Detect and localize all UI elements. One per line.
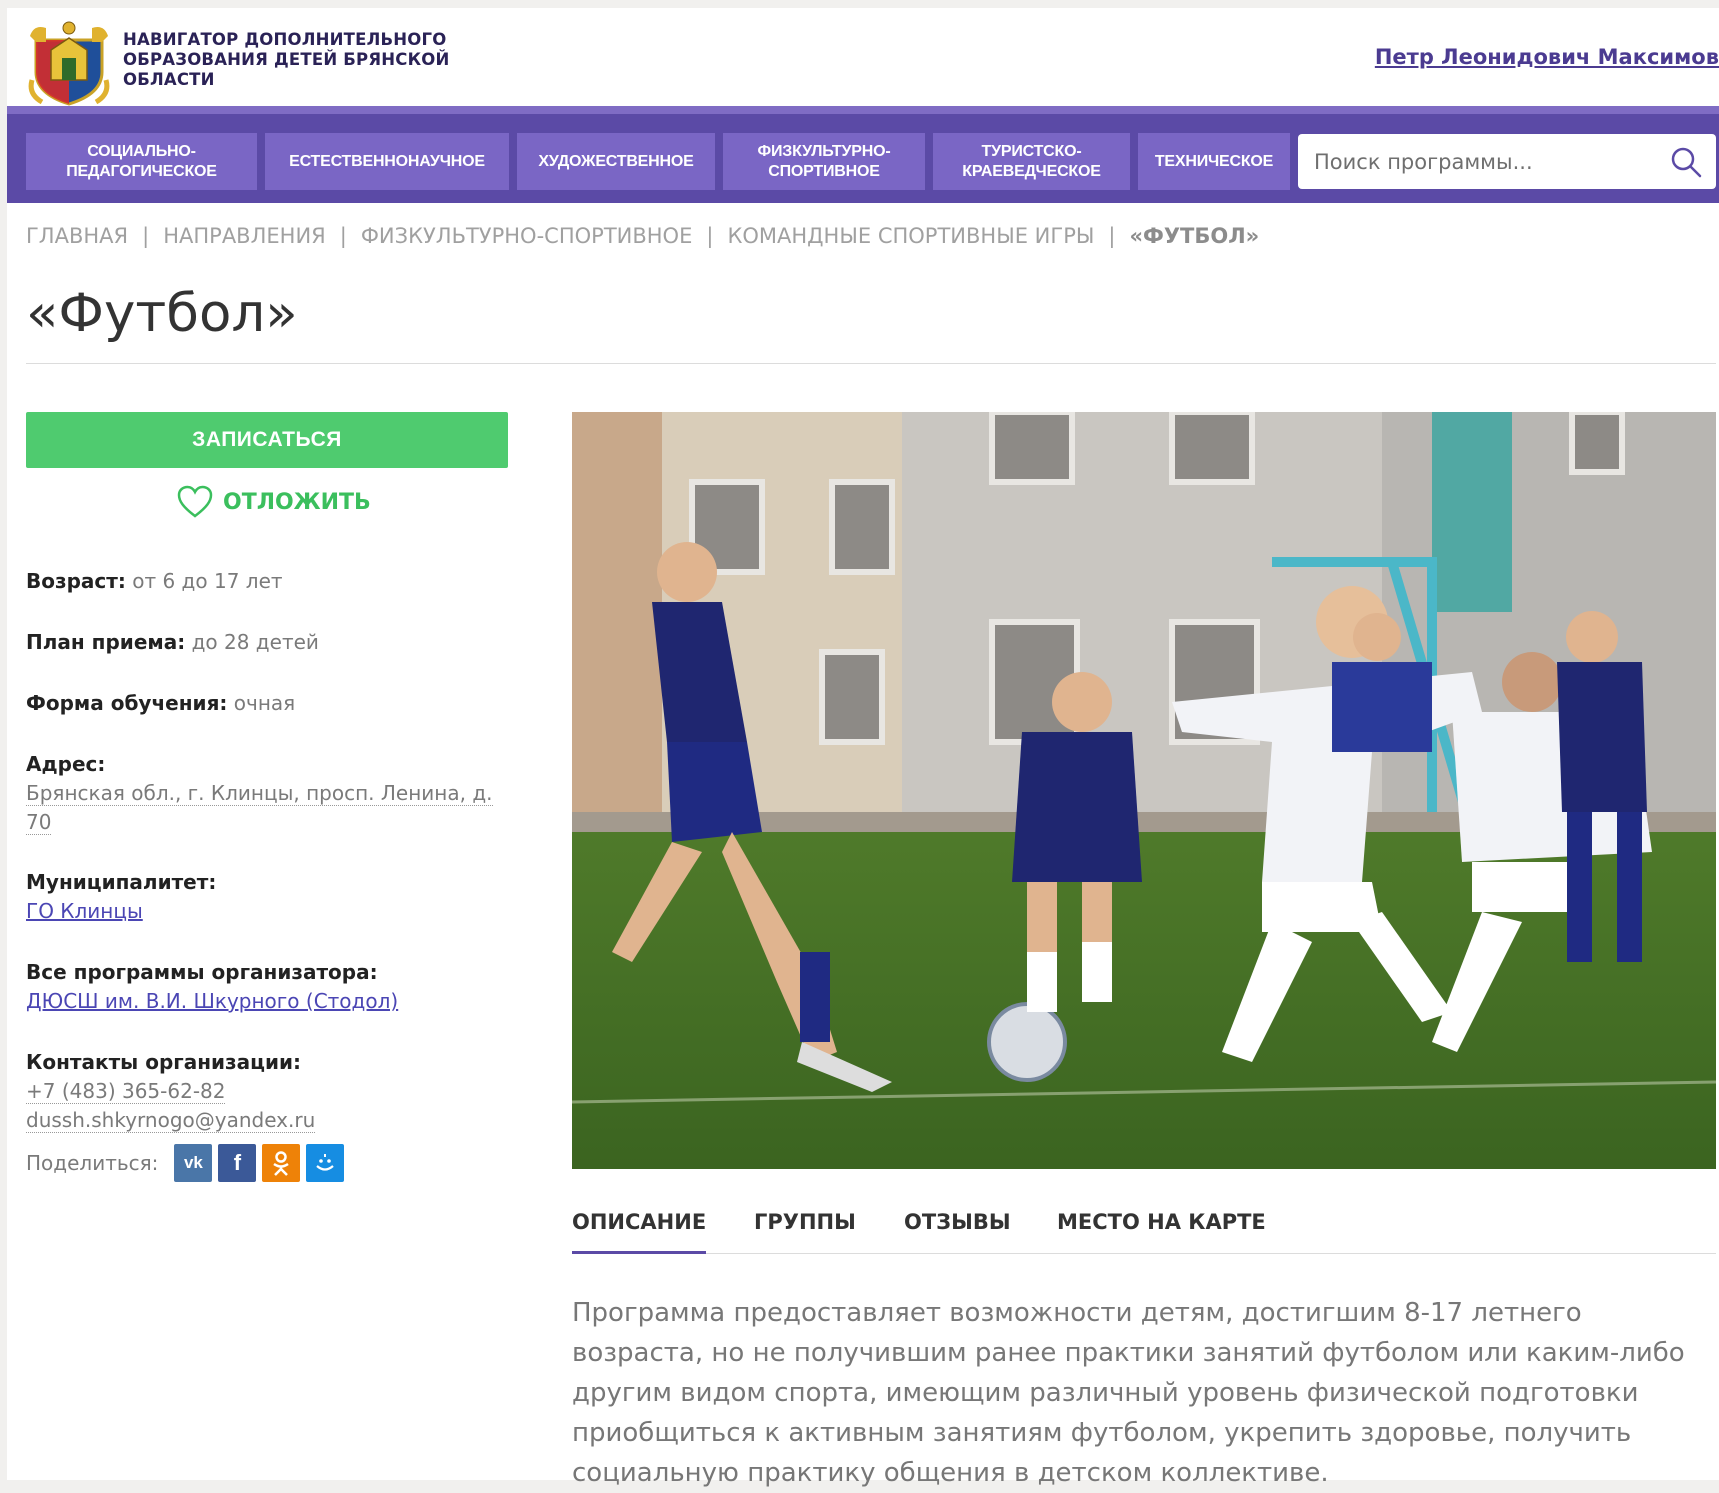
share-label: Поделиться: [26, 1151, 159, 1175]
municipality-info: Муниципалитет: ГО Клинцы [26, 868, 216, 926]
form-label: Форма обучения: [26, 691, 228, 715]
form-value: очная [233, 691, 296, 715]
program-description: Программа предоставляет возможности детя… [572, 1298, 1685, 1488]
tab-description[interactable]: ОПИСАНИЕ [572, 1210, 707, 1254]
breadcrumb-directions[interactable]: НАПРАВЛЕНИЯ [163, 224, 326, 248]
program-photo [572, 412, 1716, 1169]
contacts-info: Контакты организации: +7 (483) 365-62-82… [26, 1048, 316, 1135]
plan-label: План приема: [26, 630, 186, 654]
nav-item-social-pedagogical[interactable]: СОЦИАЛЬНО-ПЕДАГОГИЧЕСКОЕ [26, 133, 257, 190]
page-title: «Футбол» [26, 283, 298, 344]
defer-label: ОТЛОЖИТЬ [223, 489, 371, 515]
breadcrumb-home[interactable]: ГЛАВНАЯ [26, 224, 128, 248]
nav-item-artistic[interactable]: ХУДОЖЕСТВЕННОЕ [517, 133, 715, 190]
odnoklassniki-icon[interactable] [262, 1144, 301, 1182]
plan-value: до 28 детей [191, 630, 319, 654]
breadcrumb: ГЛАВНАЯ | НАПРАВЛЕНИЯ | ФИЗКУЛЬТУРНО-СПОРТИВ… [26, 224, 1259, 248]
age-label: Возраст: [26, 569, 126, 593]
nav-item-natural-science[interactable]: ЕСТЕСТВЕННОНАУЧНОЕ [265, 133, 509, 190]
organizer-link[interactable]: ДЮСШ им. В.И. Шкурного (Стодол) [26, 989, 398, 1013]
age-value: от 6 до 17 лет [132, 569, 283, 593]
breadcrumb-separator: | [142, 224, 150, 248]
share-bar: Поделиться: vk f [26, 1144, 345, 1182]
contacts-label: Контакты организации: [26, 1050, 302, 1074]
age-info: Возраст: от 6 до 17 лет [26, 567, 283, 596]
user-profile-link[interactable]: Петр Леонидович Максимов [1375, 45, 1719, 69]
address-line-2[interactable]: 70 [26, 810, 52, 835]
defer-button[interactable]: ОТЛОЖИТЬ [177, 482, 371, 522]
phone-link[interactable]: +7 (483) 365-62-82 [26, 1079, 226, 1104]
organizer-info: Все программы организатора: ДЮСШ им. В.И… [26, 958, 398, 1016]
enroll-button[interactable]: ЗАПИСАТЬСЯ [26, 412, 508, 468]
site-name[interactable]: НАВИГАТОР ДОПОЛНИТЕЛЬНОГО ОБРАЗОВАНИЯ ДЕ… [123, 30, 453, 90]
form-info: Форма обучения: очная [26, 689, 295, 718]
municipality-label: Муниципалитет: [26, 870, 217, 894]
breadcrumb-separator: | [1108, 224, 1116, 248]
facebook-icon[interactable]: f [218, 1144, 257, 1182]
email-link[interactable]: dussh.shkyrnogo@yandex.ru [26, 1108, 316, 1133]
page: НАВИГАТОР ДОПОЛНИТЕЛЬНОГО ОБРАЗОВАНИЯ ДЕ… [7, 8, 1719, 1488]
plan-info: План приема: до 28 детей [26, 628, 319, 657]
nav-item-sports[interactable]: ФИЗКУЛЬТУРНО-СПОРТИВНОЕ [723, 133, 925, 190]
mail-ru-glyph [316, 1154, 335, 1171]
vk-icon[interactable]: vk [174, 1144, 213, 1182]
search-box [1298, 134, 1716, 189]
heart-icon [177, 485, 213, 518]
organizer-label: Все программы организатора: [26, 960, 378, 984]
municipality-link[interactable]: ГО Клинцы [26, 899, 143, 923]
breadcrumb-separator: | [706, 224, 714, 248]
tab-map[interactable]: МЕСТО НА КАРТЕ [1057, 1210, 1266, 1234]
search-input[interactable] [1314, 134, 1644, 189]
mail-ru-icon[interactable] [306, 1144, 345, 1182]
breadcrumb-sports[interactable]: ФИЗКУЛЬТУРНО-СПОРТИВНОЕ [361, 224, 693, 248]
tab-groups[interactable]: ГРУППЫ [754, 1210, 856, 1234]
nav-item-tourism[interactable]: ТУРИСТСКО-КРАЕВЕДЧЕСКОЕ [933, 133, 1130, 190]
nav-item-technical[interactable]: ТЕХНИЧЕСКОЕ [1138, 133, 1290, 190]
address-label: Адрес: [26, 752, 106, 776]
content-tabs: ОПИСАНИЕ ГРУППЫ ОТЗЫВЫ МЕСТО НА КАРТЕ [572, 1198, 1716, 1254]
address-info: Адрес: Брянская обл., г. Клинцы, просп. … [26, 750, 493, 837]
header: НАВИГАТОР ДОПОЛНИТЕЛЬНОГО ОБРАЗОВАНИЯ ДЕ… [7, 8, 1719, 106]
breadcrumb-current: «ФУТБОЛ» [1129, 224, 1260, 248]
breadcrumb-team-games[interactable]: КОМАНДНЫЕ СПОРТИВНЫЕ ИГРЫ [727, 224, 1094, 248]
address-line-1[interactable]: Брянская обл., г. Клинцы, просп. Ленина,… [26, 781, 493, 806]
search-icon[interactable] [1670, 146, 1702, 178]
breadcrumb-separator: | [339, 224, 347, 248]
tab-reviews[interactable]: ОТЗЫВЫ [904, 1210, 1011, 1234]
odnoklassniki-glyph [273, 1151, 290, 1176]
category-nav: СОЦИАЛЬНО-ПЕДАГОГИЧЕСКОЕ ЕСТЕСТВЕННОНАУЧ… [7, 106, 1719, 203]
divider [26, 363, 1716, 364]
coat-of-arms-logo[interactable] [26, 20, 112, 106]
